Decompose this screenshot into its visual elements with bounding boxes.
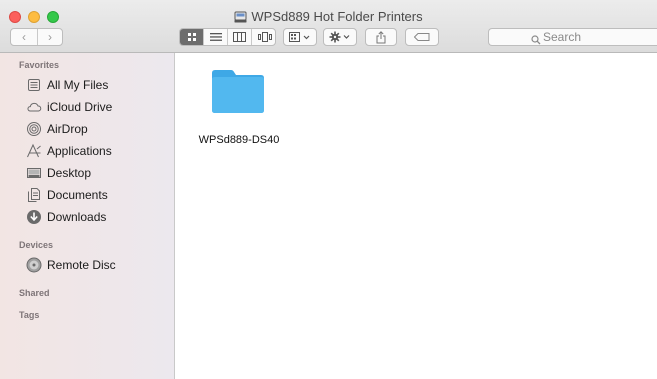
folder-item[interactable]: WPSd889-DS40 bbox=[194, 66, 284, 146]
airdrop-icon bbox=[26, 121, 42, 137]
finder-window: WPSd889 Hot Folder Printers ‹ › Search F… bbox=[0, 0, 657, 379]
search-placeholder: Search bbox=[543, 30, 582, 44]
sidebar-item-airdrop[interactable]: AirDrop bbox=[26, 120, 171, 140]
cover-flow-view-button[interactable] bbox=[252, 29, 275, 45]
gear-icon bbox=[329, 31, 350, 43]
desktop-icon bbox=[26, 165, 42, 181]
sidebar-item-label: iCloud Drive bbox=[47, 100, 113, 114]
titlebar: WPSd889 Hot Folder Printers ‹ › Search bbox=[0, 0, 657, 53]
chevron-left-icon: ‹ bbox=[22, 30, 26, 44]
back-button[interactable]: ‹ bbox=[11, 29, 38, 45]
remote-disc-icon bbox=[26, 257, 42, 273]
column-view-icon bbox=[233, 32, 246, 42]
tag-button[interactable] bbox=[405, 28, 439, 46]
list-view-icon bbox=[209, 33, 222, 41]
action-button[interactable] bbox=[323, 28, 357, 46]
folder-label: WPSd889-DS40 bbox=[198, 134, 280, 146]
sidebar-item-all-my-files[interactable]: All My Files bbox=[26, 76, 171, 96]
sidebar-item-label: AirDrop bbox=[47, 122, 88, 136]
sidebar-item-label: Documents bbox=[47, 188, 108, 202]
sidebar-item-icloud-drive[interactable]: iCloud Drive bbox=[26, 98, 171, 118]
downloads-icon bbox=[26, 209, 42, 225]
external-drive-icon bbox=[234, 11, 247, 26]
sidebar-item-documents[interactable]: Documents bbox=[26, 186, 171, 206]
sidebar-item-downloads[interactable]: Downloads bbox=[26, 208, 171, 228]
list-view-button[interactable] bbox=[204, 29, 228, 45]
sidebar-item-label: Applications bbox=[47, 144, 112, 158]
sidebar-section-shared[interactable]: Shared bbox=[19, 288, 50, 298]
share-button[interactable] bbox=[365, 28, 397, 46]
applications-icon bbox=[26, 143, 42, 159]
documents-icon bbox=[26, 187, 42, 203]
sidebar-item-applications[interactable]: Applications bbox=[26, 142, 171, 162]
sidebar-section-devices: Devices bbox=[19, 240, 54, 250]
cover-flow-icon bbox=[257, 32, 272, 42]
sidebar: Favorites All My Files iCloud Drive AirD… bbox=[0, 53, 175, 379]
arrange-button[interactable] bbox=[283, 28, 317, 46]
column-view-button[interactable] bbox=[228, 29, 252, 45]
sidebar-item-label: Remote Disc bbox=[47, 258, 116, 272]
sidebar-item-desktop[interactable]: Desktop bbox=[26, 164, 171, 184]
sidebar-item-remote-disc[interactable]: Remote Disc bbox=[26, 256, 171, 276]
share-icon bbox=[376, 30, 386, 43]
sidebar-section-favorites: Favorites bbox=[19, 60, 60, 70]
sidebar-item-label: Downloads bbox=[47, 210, 107, 224]
folder-icon bbox=[210, 68, 266, 119]
window-title-text: WPSd889 Hot Folder Printers bbox=[251, 9, 423, 24]
search-icon bbox=[531, 32, 541, 50]
icon-view-button[interactable] bbox=[180, 29, 204, 45]
tag-icon bbox=[414, 33, 430, 41]
arrange-grid-icon bbox=[289, 32, 310, 42]
forward-button[interactable]: › bbox=[37, 29, 63, 45]
sidebar-section-tags[interactable]: Tags bbox=[19, 310, 39, 320]
sidebar-item-label: All My Files bbox=[47, 78, 109, 92]
navigation-buttons: ‹ › bbox=[10, 28, 63, 46]
view-mode-buttons bbox=[179, 28, 276, 46]
cloud-icon bbox=[26, 99, 42, 115]
chevron-right-icon: › bbox=[48, 30, 52, 44]
sidebar-item-label: Desktop bbox=[47, 166, 92, 180]
all-files-icon bbox=[26, 77, 42, 93]
search-field[interactable]: Search bbox=[488, 28, 657, 46]
file-browser-content: WPSd889-DS40 bbox=[176, 53, 657, 379]
window-title: WPSd889 Hot Folder Printers bbox=[0, 9, 657, 26]
icon-view-icon bbox=[187, 33, 196, 41]
